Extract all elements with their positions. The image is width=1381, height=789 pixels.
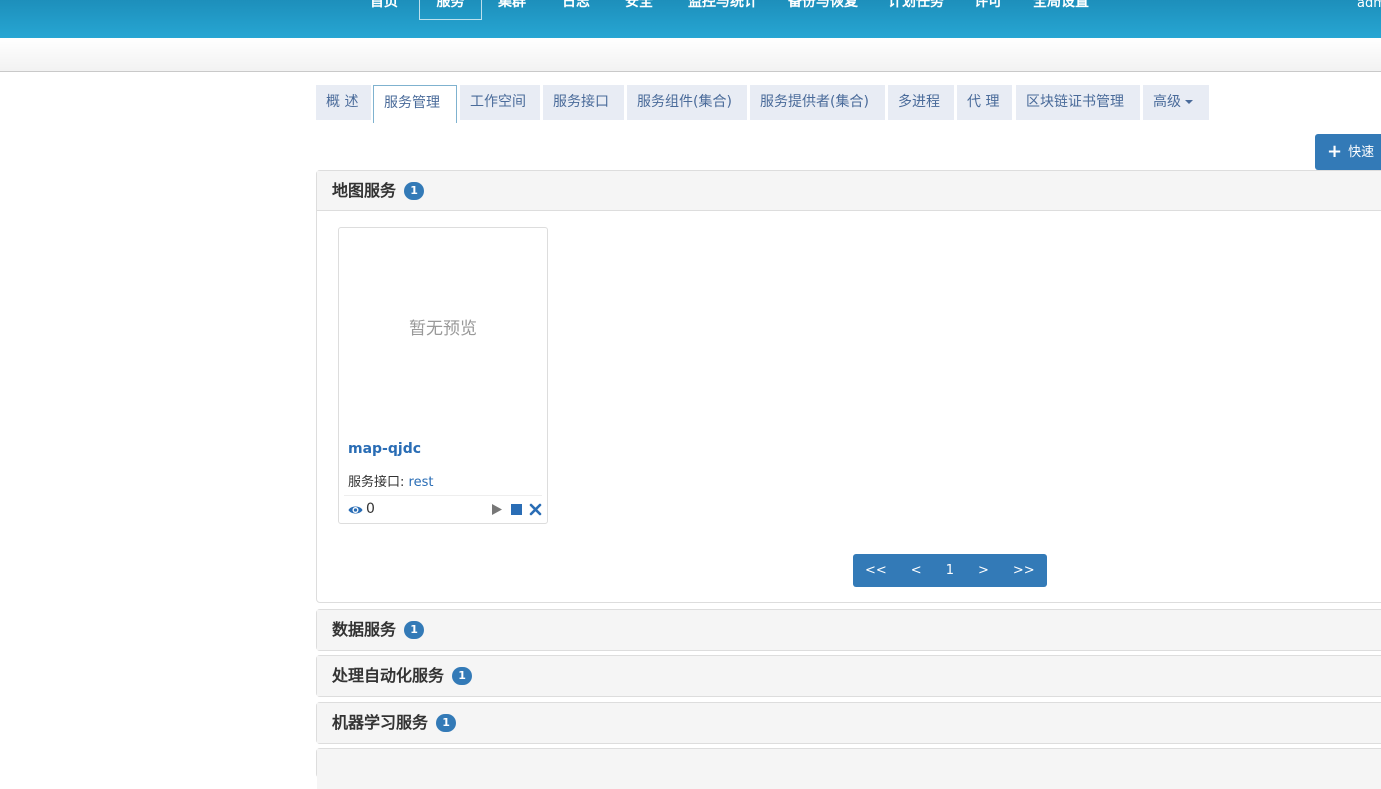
user-menu[interactable]: adm [1357, 0, 1381, 11]
start-icon[interactable] [490, 503, 503, 516]
nav-item-global-settings[interactable]: 全局设置 [1033, 0, 1089, 20]
section-title: 机器学习服务 [332, 713, 429, 732]
page-first-button[interactable]: << [853, 554, 899, 587]
service-interface-label: 服务接口: [348, 475, 405, 490]
tab-blockchain-certificates[interactable]: 区块链证书管理 [1016, 85, 1140, 120]
page-prev-button[interactable]: < [899, 554, 934, 587]
tab-service-providers[interactable]: 服务提供者(集合) [750, 85, 885, 120]
nav-item-cluster[interactable]: 集群 [498, 0, 526, 20]
tab-advanced-label: 高级 [1153, 94, 1181, 110]
caret-down-icon [1185, 100, 1193, 104]
tab-workspace[interactable]: 工作空间 [460, 85, 540, 120]
tab-advanced-dropdown[interactable]: 高级 [1143, 85, 1209, 120]
section-map-services: 地图服务 1 暂无预览 map-qjdc 服务接口: rest 0 << < 1… [316, 170, 1381, 603]
top-navigation-bar: 首页 服务 集群 日志 安全 监控与统计 备份与恢复 计划任务 许可 全局设置 … [0, 0, 1381, 38]
tab-proxy[interactable]: 代 理 [957, 85, 1012, 120]
stop-icon[interactable] [510, 503, 523, 516]
delete-icon[interactable] [529, 503, 542, 516]
nav-item-home[interactable]: 首页 [370, 0, 398, 20]
section-header-next[interactable] [317, 749, 1381, 789]
count-badge: 1 [436, 714, 457, 732]
section-title: 数据服务 [332, 620, 397, 639]
quick-create-label: 快速 [1348, 145, 1375, 160]
tab-overview[interactable]: 概 述 [316, 85, 371, 120]
section-next-collapsed [316, 748, 1381, 789]
section-ml-services: 机器学习服务 1 [316, 702, 1381, 744]
quick-create-button[interactable]: + 快速 [1315, 134, 1381, 170]
count-badge: 1 [404, 182, 425, 200]
section-header-ml-services[interactable]: 机器学习服务 1 [317, 703, 1381, 743]
nav-item-scheduled-tasks[interactable]: 计划任务 [888, 0, 944, 20]
plus-icon: + [1327, 141, 1343, 162]
service-name-link[interactable]: map-qjdc [348, 441, 421, 457]
section-title: 处理自动化服务 [332, 666, 445, 685]
tab-service-interfaces[interactable]: 服务接口 [543, 85, 624, 120]
section-automation-services: 处理自动化服务 1 [316, 655, 1381, 697]
pagination: << < 1 > >> [853, 554, 1047, 587]
tab-service-components[interactable]: 服务组件(集合) [627, 85, 747, 120]
nav-item-monitoring[interactable]: 监控与统计 [688, 0, 758, 20]
section-header-data-services[interactable]: 数据服务 1 [317, 610, 1381, 650]
tab-multi-process[interactable]: 多进程 [888, 85, 954, 120]
nav-item-security[interactable]: 安全 [625, 0, 653, 20]
nav-item-backup[interactable]: 备份与恢复 [788, 0, 858, 20]
nav-item-services[interactable]: 服务 [419, 0, 482, 20]
section-header-automation-services[interactable]: 处理自动化服务 1 [317, 656, 1381, 696]
view-count: 0 [366, 501, 375, 517]
nav-item-license[interactable]: 许可 [974, 0, 1002, 20]
service-card[interactable]: 暂无预览 map-qjdc 服务接口: rest 0 [338, 227, 548, 524]
count-badge: 1 [404, 621, 425, 639]
page-next-button[interactable]: > [966, 554, 1001, 587]
eye-icon [348, 506, 363, 514]
page-last-button[interactable]: >> [1001, 554, 1047, 587]
sub-header-bar [0, 38, 1381, 72]
section-header-map-services[interactable]: 地图服务 1 [317, 171, 1381, 211]
service-interface: 服务接口: rest [348, 471, 433, 490]
service-interface-link[interactable]: rest [409, 475, 434, 490]
tab-service-management[interactable]: 服务管理 [373, 85, 457, 123]
page-number-button[interactable]: 1 [934, 554, 966, 587]
preview-placeholder: 暂无预览 [409, 318, 477, 339]
section-title: 地图服务 [332, 181, 397, 200]
card-footer: 0 [344, 495, 542, 524]
section-data-services: 数据服务 1 [316, 609, 1381, 651]
count-badge: 1 [452, 667, 473, 685]
nav-item-logs[interactable]: 日志 [562, 0, 590, 20]
